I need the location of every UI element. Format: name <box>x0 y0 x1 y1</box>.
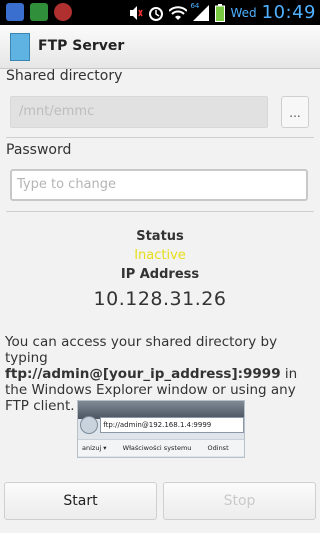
browse-button[interactable]: ... <box>281 96 309 128</box>
app-notification-icon <box>6 3 24 21</box>
divider <box>6 211 314 212</box>
start-button[interactable]: Start <box>4 482 157 520</box>
mute-icon <box>130 5 144 20</box>
explorer-menu-item: Właściwości systemu <box>122 444 192 452</box>
back-arrow-icon <box>80 416 98 434</box>
wifi-icon <box>169 5 188 20</box>
system-icons: 64 Wed 10:49 <box>129 2 316 23</box>
status-bar: 64 Wed 10:49 <box>0 0 320 25</box>
instructions-url: ftp://admin@[your_ip_address]:9999 <box>5 366 281 382</box>
explorer-menu: anizuj ▾ Właściwości systemu Odinst <box>78 439 244 456</box>
shared-directory-field[interactable]: /mnt/emmc <box>10 96 268 128</box>
status-heading: Status <box>136 229 184 244</box>
shared-directory-value: /mnt/emmc <box>19 104 95 119</box>
explorer-address-bar: ftp://admin@192.168.1.4:9999 <box>100 417 244 433</box>
status-day: Wed <box>230 5 257 20</box>
action-bar: FTP Server <box>0 25 320 69</box>
alarm-icon <box>149 6 164 21</box>
notification-icons <box>6 3 72 21</box>
status-value: Inactive <box>134 248 186 263</box>
shared-directory-label: Shared directory <box>6 68 123 84</box>
shield-icon <box>30 3 48 21</box>
signal-icon: 64 <box>190 1 210 22</box>
explorer-menu-item: Odinst <box>207 444 229 452</box>
instructions-text-start: You can access your shared directory by … <box>5 334 278 366</box>
sync-icon <box>54 3 72 21</box>
app-icon <box>10 33 30 61</box>
stop-button[interactable]: Stop <box>163 482 316 520</box>
signal-badge: 64 <box>190 1 200 10</box>
app-title: FTP Server <box>38 38 125 54</box>
explorer-menu-item: anizuj ▾ <box>82 444 107 452</box>
divider <box>6 137 314 138</box>
password-label: Password <box>6 142 72 158</box>
explorer-address-text: ftp://admin@192.168.1.4:9999 <box>103 421 212 429</box>
status-time: 10:49 <box>261 2 316 23</box>
ip-heading: IP Address <box>120 267 200 282</box>
ip-value: 10.128.31.26 <box>93 288 227 310</box>
password-field[interactable]: Type to change <box>10 169 308 201</box>
explorer-example-image: ftp://admin@192.168.1.4:9999 anizuj ▾ Wł… <box>77 400 245 458</box>
password-placeholder: Type to change <box>17 177 117 192</box>
battery-icon <box>215 3 226 22</box>
